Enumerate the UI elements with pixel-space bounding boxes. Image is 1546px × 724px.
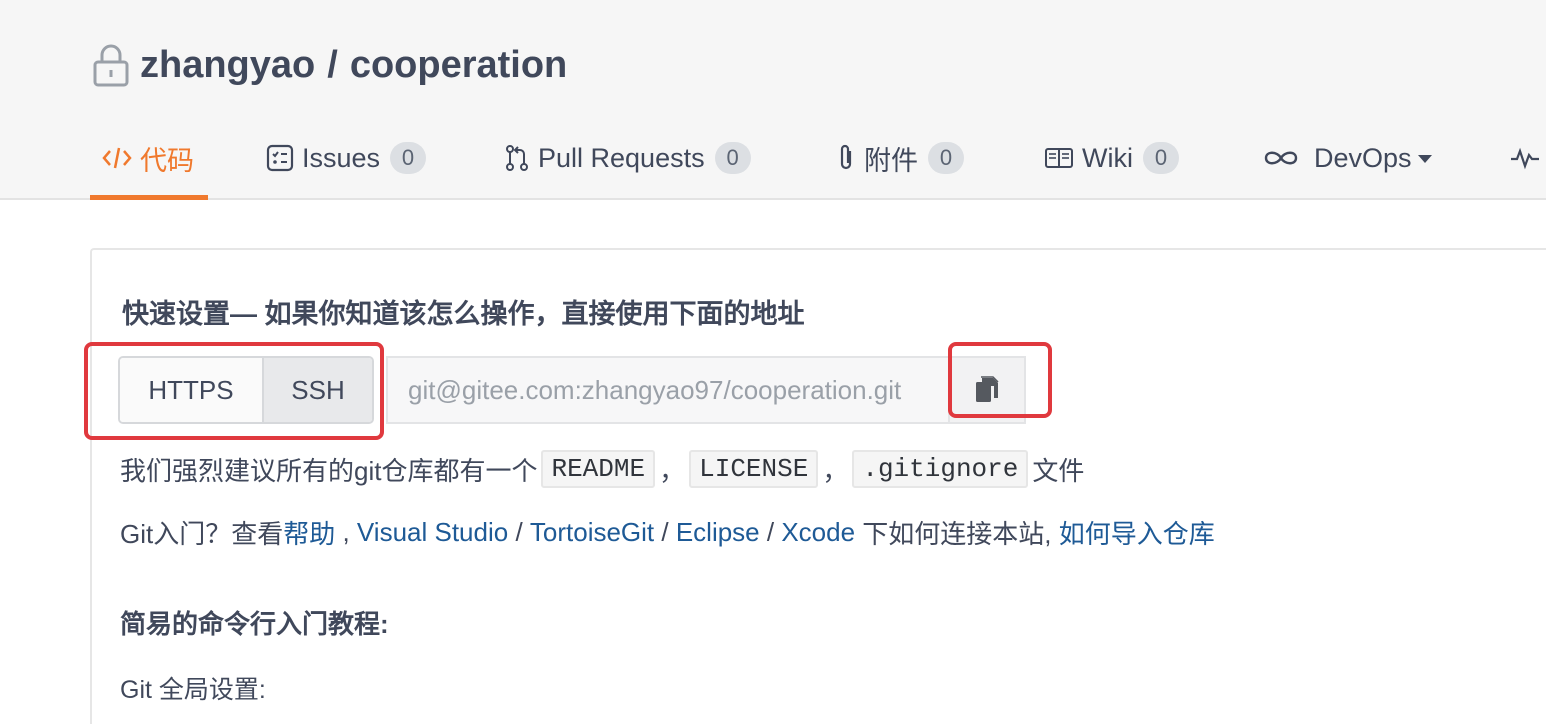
xcode-link[interactable]: Xcode — [781, 517, 855, 548]
book-icon — [1044, 146, 1074, 170]
git-global-setup-label: Git 全局设置: — [120, 676, 266, 704]
recommend-sep-2: ， — [822, 455, 849, 486]
quick-setup-title: 快速设置— 如果你知道该怎么操作，直接使用下面的地址 — [122, 299, 805, 329]
help-slash-3: / — [759, 516, 782, 547]
help-link[interactable]: 帮助 — [283, 514, 335, 551]
paperclip-icon — [836, 143, 856, 173]
tab-wiki-label: Wiki — [1082, 142, 1133, 173]
tab-issues-label: Issues — [302, 142, 381, 173]
tab-attachments-label: 附件 — [864, 145, 918, 176]
pull-requests-count-badge: 0 — [714, 142, 751, 174]
repo-title: zhangyao / cooperation — [92, 40, 567, 90]
tortoisegit-link[interactable]: TortoiseGit — [530, 517, 654, 548]
protocol-toggle: HTTPS SSH — [118, 356, 374, 424]
code-icon — [102, 145, 132, 171]
tab-issues[interactable]: Issues 0 — [266, 118, 427, 198]
issues-count-badge: 0 — [390, 142, 427, 174]
tab-code[interactable]: 代码 — [90, 118, 208, 200]
repo-name-link[interactable]: cooperation — [350, 44, 567, 87]
tab-activity[interactable] — [1510, 118, 1546, 198]
import-repo-link[interactable]: 如何导入仓库 — [1059, 514, 1215, 551]
chevron-down-icon — [1417, 155, 1432, 163]
tutorial-title: 简易的命令行入门教程: — [120, 609, 389, 639]
tab-code-label: 代码 — [140, 145, 194, 176]
tab-devops-label: DevOps — [1314, 142, 1412, 173]
wiki-count-badge: 0 — [1142, 142, 1179, 174]
copy-button[interactable] — [948, 356, 1026, 424]
tab-devops[interactable]: DevOps — [1262, 118, 1432, 198]
gitignore-code: .gitignore — [852, 450, 1029, 488]
lock-icon — [93, 44, 129, 87]
help-middle: 下如何连接本站, — [855, 518, 1059, 549]
help-slash-2: / — [654, 516, 676, 547]
recommend-sep-1: ， — [659, 455, 686, 486]
git-help-line: Git入门？查看 帮助 , Visual Studio / TortoiseGi… — [120, 512, 1215, 552]
tab-pull-requests[interactable]: Pull Requests 0 — [504, 118, 751, 198]
recommend-files-text: 我们强烈建议所有的git仓库都有一个 README ， LICENSE ， .g… — [120, 446, 1084, 492]
help-slash-1: / — [508, 516, 530, 547]
clone-url-input[interactable] — [386, 356, 948, 424]
tab-pull-requests-label: Pull Requests — [538, 142, 705, 173]
attachments-count-badge: 0 — [928, 142, 964, 174]
repo-separator: / — [327, 43, 338, 86]
tab-wiki[interactable]: Wiki 0 — [1044, 118, 1179, 198]
copy-icon — [976, 376, 999, 402]
repo-owner-link[interactable]: zhangyao — [140, 44, 315, 87]
license-code: LICENSE — [689, 450, 819, 488]
repo-header: zhangyao / cooperation 代码 Issues 0 Pull … — [0, 0, 1546, 200]
recommend-suffix: 文件 — [1032, 455, 1085, 486]
pulse-icon — [1510, 146, 1540, 170]
tab-attachments[interactable]: 附件 0 — [836, 118, 964, 198]
help-comma: , — [335, 516, 357, 547]
infinity-icon — [1262, 148, 1300, 168]
repo-tabs: 代码 Issues 0 Pull Requests 0 附件 0 Wiki 0 … — [0, 118, 1546, 200]
eclipse-link[interactable]: Eclipse — [676, 517, 760, 548]
visual-studio-link[interactable]: Visual Studio — [357, 517, 508, 548]
readme-code: README — [541, 450, 656, 488]
https-button[interactable]: HTTPS — [120, 358, 264, 422]
recommend-prefix: 我们强烈建议所有的git仓库都有一个 — [120, 455, 538, 486]
issues-icon — [266, 144, 294, 172]
help-prefix: Git入门？查看 — [120, 518, 284, 549]
pull-request-icon — [504, 144, 530, 172]
ssh-button[interactable]: SSH — [264, 358, 372, 422]
